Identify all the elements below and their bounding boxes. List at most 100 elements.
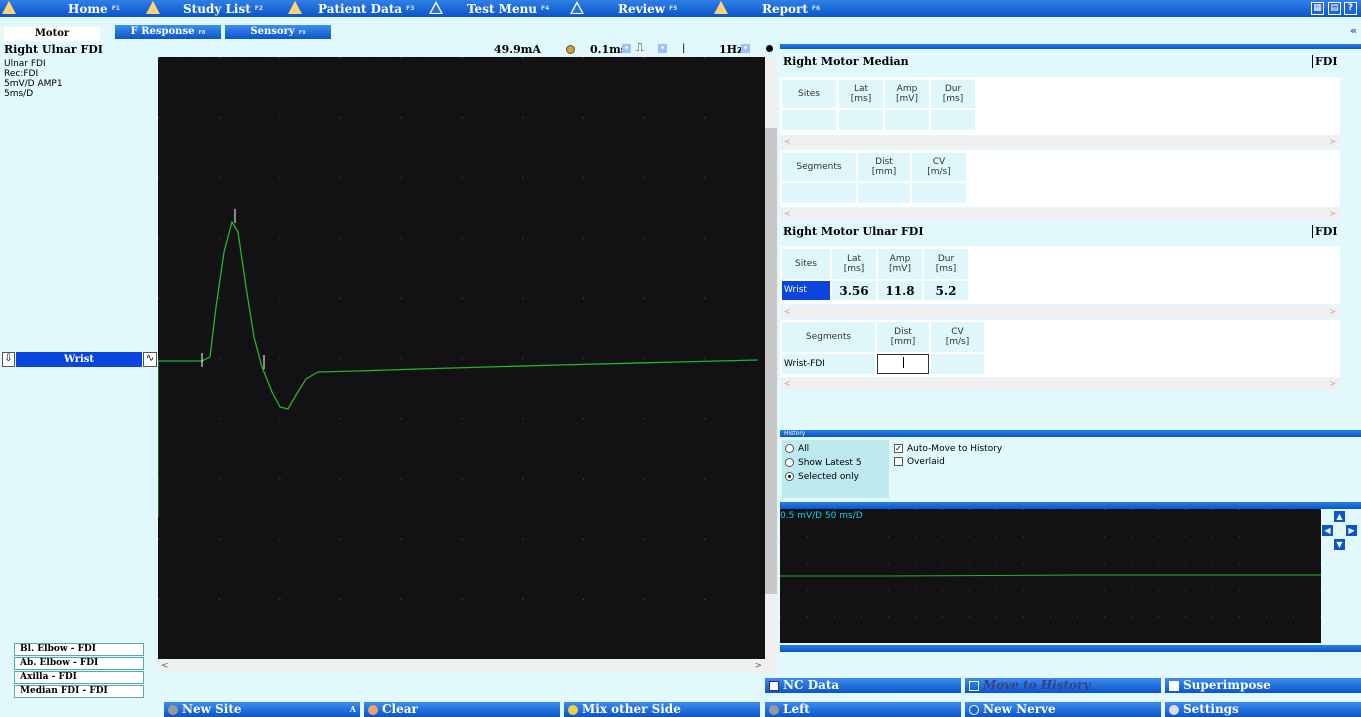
report-warning-icon: [714, 1, 728, 14]
waveform-icon[interactable]: ∿: [143, 352, 157, 367]
patient-data-warning-icon: [288, 1, 302, 14]
median-muscle: FDI: [1312, 55, 1338, 68]
superimpose-button[interactable]: Superimpose: [1165, 678, 1361, 693]
tab-sensory[interactable]: Sensory F9: [225, 25, 331, 39]
radio-latest[interactable]: [785, 458, 794, 467]
stim-rate[interactable]: 1Hz: [719, 43, 743, 56]
print-icon[interactable]: ▤: [1328, 2, 1341, 15]
tab-motor[interactable]: Motor: [4, 27, 100, 41]
header-dist: Dist [mm]: [877, 322, 929, 352]
grid-icon[interactable]: ▦: [1311, 2, 1324, 15]
median-amp-cell[interactable]: [885, 110, 929, 130]
mini-trace-divider: [780, 502, 1361, 509]
site-bl-elbow[interactable]: Bl. Elbow - FDI: [14, 643, 144, 656]
nerve-title: Right Ulnar FDI: [4, 43, 103, 56]
history-trace-display[interactable]: 0.5 mV/D 50 ms/D: [780, 509, 1321, 643]
separator: |: [682, 43, 686, 54]
right-arrow-icon[interactable]: ▶: [1346, 525, 1357, 536]
nav-study-list[interactable]: Study List F2: [183, 0, 263, 17]
header-dur: Dur [ms]: [931, 80, 975, 108]
history-all-option[interactable]: All: [785, 444, 809, 454]
nerve-info: Ulnar FDI Rec:FDI 5mV/D AMP1 5ms/D: [4, 59, 63, 99]
auto-move-checkbox[interactable]: ✓ Auto-Move to History: [894, 444, 1002, 454]
up-arrow-icon[interactable]: ▲: [1334, 511, 1345, 522]
rate-dropdown-icon[interactable]: ▾: [741, 44, 750, 53]
site-ab-elbow[interactable]: Ab. Elbow - FDI: [14, 657, 144, 670]
pulse-dropdown-icon[interactable]: ▾: [658, 44, 667, 53]
header-lat: Lat [ms]: [832, 249, 876, 279]
site-wrist[interactable]: Wrist: [16, 352, 142, 367]
header-cv: CV [m/s]: [931, 322, 984, 352]
ulnar-sites-scroll[interactable]: < >: [780, 306, 1340, 318]
radio-all[interactable]: [785, 444, 794, 453]
header-segments: Segments: [782, 153, 856, 181]
help-icon[interactable]: ?: [1344, 2, 1357, 15]
header-amp: Amp [mV]: [885, 80, 929, 108]
panel-divider: [780, 44, 1361, 49]
median-segments-scroll[interactable]: < >: [780, 208, 1340, 220]
site-axilla[interactable]: Axilla - FDI: [14, 671, 144, 684]
median-cv-cell[interactable]: [912, 183, 966, 203]
header-sites: Sites: [782, 80, 836, 108]
history-header: History: [780, 430, 1361, 437]
ulnar-segment-cell[interactable]: Wrist-FDI: [782, 354, 875, 374]
nav-patient-data[interactable]: Patient Data F3: [318, 0, 414, 17]
header-dur: Dur [ms]: [924, 249, 968, 279]
study-list-warning-icon: [146, 1, 160, 14]
ulnar-title: Right Motor Ulnar FDI: [783, 225, 924, 238]
history-trace-svg: [780, 509, 1321, 643]
header-segments: Segments: [782, 322, 875, 352]
median-dur-cell[interactable]: [931, 110, 975, 130]
stimulator-icon[interactable]: [566, 45, 575, 54]
nav-report[interactable]: Report F6: [762, 0, 820, 17]
median-dist-cell[interactable]: [858, 183, 910, 203]
vscroll-thumb[interactable]: [765, 128, 777, 594]
header-cv: CV [m/s]: [912, 153, 966, 181]
overlaid-checkbox[interactable]: Overlaid: [894, 457, 945, 467]
text-cursor: [903, 357, 904, 368]
waveform-svg: [157, 57, 765, 659]
nav-test-menu[interactable]: Test Menu F4: [467, 0, 549, 17]
move-to-history-button[interactable]: Move to History: [965, 678, 1161, 693]
header-amp: Amp [mV]: [878, 249, 922, 279]
collapse-icon[interactable]: «: [1350, 24, 1357, 37]
home-warning-icon: [2, 1, 16, 14]
ulnar-muscle: FDI: [1312, 225, 1338, 238]
waveform-display[interactable]: [157, 57, 765, 659]
history-latest-option[interactable]: Show Latest 5: [785, 458, 862, 468]
down-arrow-icon[interactable]: ⇩: [2, 352, 15, 367]
left-arrow-icon[interactable]: ◀: [1322, 525, 1333, 536]
mini-trace-scale: 0.5 mV/D 50 ms/D: [780, 511, 863, 521]
history-selected-option[interactable]: Selected only: [785, 472, 859, 482]
nc-data-button[interactable]: NC Data: [765, 678, 961, 693]
duration-dropdown-icon[interactable]: ▾: [622, 44, 631, 53]
ulnar-lat-value[interactable]: 3.56: [832, 281, 876, 300]
nav-review[interactable]: Review F5: [618, 0, 677, 17]
ulnar-dur-value[interactable]: 5.2: [924, 281, 968, 300]
ulnar-site-wrist[interactable]: Wrist: [782, 281, 830, 300]
history-options: All Show Latest 5 Selected only: [782, 440, 889, 498]
pulse-icon[interactable]: ⎍: [636, 41, 644, 55]
review-outline-icon: [570, 1, 584, 14]
tab-f-response[interactable]: F Response F8: [115, 25, 221, 39]
down-arrow-icon[interactable]: ▼: [1334, 539, 1345, 550]
top-nav-bar: Home F1 Study List F2 Patient Data F3 Test …: [0, 0, 1361, 17]
median-site-cell[interactable]: [782, 110, 836, 130]
ulnar-amp-value[interactable]: 11.8: [878, 281, 922, 300]
median-sites-scroll[interactable]: < >: [780, 136, 1340, 148]
radio-selected[interactable]: [785, 472, 794, 481]
median-title: Right Motor Median: [783, 55, 909, 68]
site-median-fdi[interactable]: Median FDI - FDI: [14, 685, 144, 698]
ulnar-segments-scroll[interactable]: < >: [780, 378, 1340, 390]
header-lat: Lat [ms]: [839, 80, 883, 108]
record-indicator-icon: [766, 45, 773, 52]
median-lat-cell[interactable]: [839, 110, 883, 130]
header-dist: Dist [mm]: [858, 153, 910, 181]
median-segment-cell[interactable]: [782, 183, 856, 203]
ulnar-cv-cell[interactable]: [931, 354, 984, 374]
stim-current: 49.9mA: [494, 43, 541, 56]
bottom-divider: [780, 645, 1361, 652]
test-menu-outline-icon: [429, 1, 443, 14]
nav-home[interactable]: Home F1: [68, 0, 120, 17]
waveform-hscroll[interactable]: < >: [158, 661, 765, 673]
